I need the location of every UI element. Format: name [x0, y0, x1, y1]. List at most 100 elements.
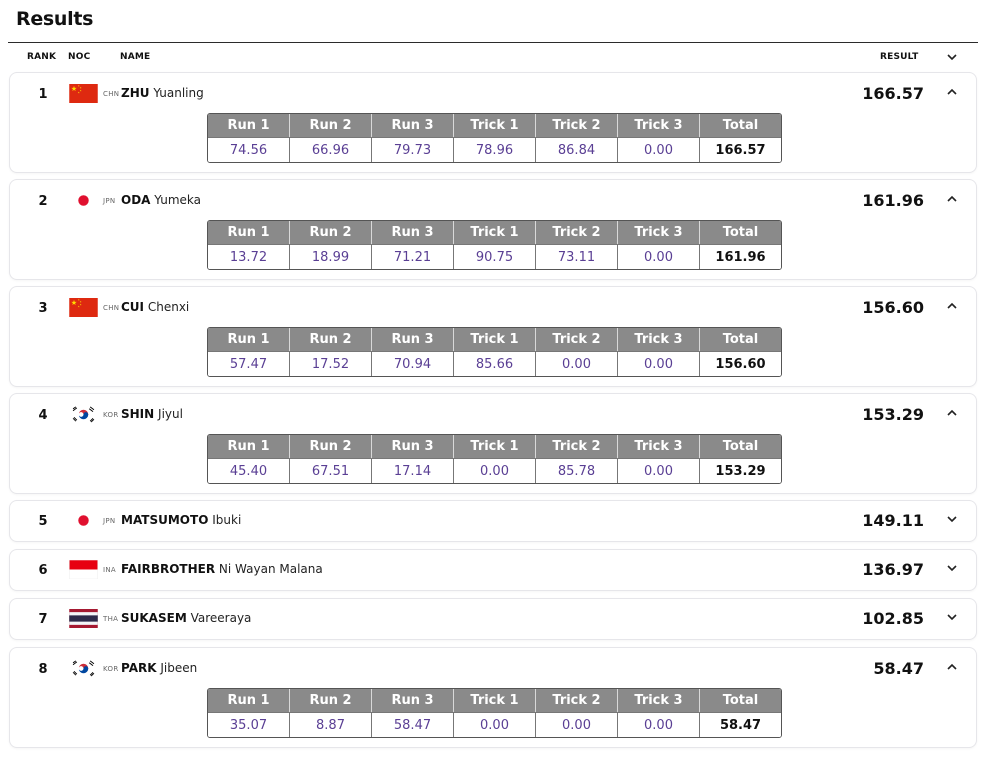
score-cell: 86.84: [536, 137, 618, 162]
total-score: 58.47: [700, 712, 781, 737]
result-row[interactable]: 3 CHN CUI Chenxi 156.60 Run 1 Run 2 Run 3 Trick…: [9, 286, 977, 387]
athlete-name[interactable]: SHIN Jiyul: [121, 407, 183, 421]
rank: 2: [38, 194, 48, 209]
title-divider: [8, 42, 978, 43]
result-value: 166.57: [862, 84, 924, 103]
athlete-last-name: SHIN: [121, 407, 155, 421]
result-value: 156.60: [862, 298, 924, 317]
result-row[interactable]: 2 JPN ODA Yumeka 161.96 Run 1 Run 2 Run 3 Trick…: [9, 179, 977, 280]
chevron-up-icon[interactable]: [944, 298, 960, 314]
result-value: 58.47: [873, 659, 924, 678]
athlete-first-name: Vareeraya: [190, 611, 252, 625]
athlete-first-name: Jiyul: [158, 407, 183, 421]
athlete-name[interactable]: ZHU Yuanling: [121, 86, 204, 100]
athlete-first-name: Ni Wayan Malana: [218, 562, 323, 576]
noc-code: JPN: [103, 197, 116, 205]
score-cell: 35.07: [208, 712, 290, 737]
rank: 8: [38, 662, 48, 677]
score-header: Run 2: [290, 328, 372, 351]
result-row[interactable]: 5 JPN MATSUMOTO Ibuki 149.11: [9, 500, 977, 542]
athlete-name[interactable]: ODA Yumeka: [121, 193, 201, 207]
score-cell: 74.56: [208, 137, 290, 162]
rank: 5: [38, 514, 48, 529]
column-header-name: NAME: [120, 52, 151, 62]
chevron-up-icon[interactable]: [944, 84, 960, 100]
chevron-down-icon[interactable]: [944, 49, 960, 65]
result-row[interactable]: 8 KOR PARK Jibeen 58.47 Run 1 Run 2 Run 3 Trick…: [9, 647, 977, 748]
noc-code: KOR: [103, 411, 119, 419]
result-row[interactable]: 1 CHN ZHU Yuanling 166.57 Run 1 Run 2 Run 3 Tri…: [9, 72, 977, 173]
flag-tha-icon: [69, 609, 98, 628]
score-breakdown-table: Run 1 Run 2 Run 3 Trick 1 Trick 2 Trick 3 Tota…: [207, 688, 782, 738]
score-header: Trick 2: [536, 689, 618, 712]
score-header: Trick 1: [454, 689, 536, 712]
score-cell: 57.47: [208, 351, 290, 376]
noc-code: KOR: [103, 665, 119, 673]
score-header: Run 1: [208, 114, 290, 137]
noc-code: JPN: [103, 517, 116, 525]
noc-code: INA: [103, 566, 116, 574]
score-cell: 0.00: [618, 458, 700, 483]
score-header: Total: [700, 689, 781, 712]
noc-code: CHN: [103, 304, 120, 312]
result-value: 161.96: [862, 191, 924, 210]
athlete-last-name: ZHU: [121, 86, 150, 100]
chevron-down-icon[interactable]: [944, 560, 960, 576]
athlete-first-name: Jibeen: [160, 661, 198, 675]
score-cell: 0.00: [454, 712, 536, 737]
rank: 4: [38, 408, 48, 423]
athlete-name[interactable]: PARK Jibeen: [121, 661, 197, 675]
column-header-noc: NOC: [68, 52, 91, 62]
chevron-up-icon[interactable]: [944, 191, 960, 207]
score-header: Trick 1: [454, 328, 536, 351]
score-header: Run 1: [208, 328, 290, 351]
score-header: Total: [700, 435, 781, 458]
athlete-last-name: ODA: [121, 193, 151, 207]
flag-ina-icon: [69, 560, 98, 579]
result-value: 136.97: [862, 560, 924, 579]
score-header: Run 2: [290, 114, 372, 137]
score-header: Trick 2: [536, 328, 618, 351]
result-value: 153.29: [862, 405, 924, 424]
flag-jpn-icon: [69, 511, 98, 530]
chevron-down-icon[interactable]: [944, 511, 960, 527]
score-cell: 0.00: [454, 458, 536, 483]
score-header: Run 3: [372, 328, 454, 351]
result-row[interactable]: 7 THA SUKASEM Vareeraya 102.85: [9, 598, 977, 640]
score-breakdown-table: Run 1 Run 2 Run 3 Trick 1 Trick 2 Trick 3 Tota…: [207, 327, 782, 377]
athlete-last-name: MATSUMOTO: [121, 513, 209, 527]
score-cell: 0.00: [618, 712, 700, 737]
result-row[interactable]: 6 INA FAIRBROTHER Ni Wayan Malana 136.97: [9, 549, 977, 591]
flag-chn-icon: [69, 84, 98, 103]
noc-code: CHN: [103, 90, 120, 98]
chevron-up-icon[interactable]: [944, 405, 960, 421]
score-cell: 17.52: [290, 351, 372, 376]
score-cell: 0.00: [536, 351, 618, 376]
score-cell: 0.00: [618, 137, 700, 162]
athlete-name[interactable]: CUI Chenxi: [121, 300, 189, 314]
rank: 7: [38, 612, 48, 627]
score-cell: 0.00: [618, 351, 700, 376]
chevron-up-icon[interactable]: [944, 659, 960, 675]
athlete-name[interactable]: FAIRBROTHER Ni Wayan Malana: [121, 562, 323, 576]
score-cell: 0.00: [536, 712, 618, 737]
score-cell: 78.96: [454, 137, 536, 162]
result-row[interactable]: 4 KOR SHIN Jiyul 153.29 Run 1 Run 2 Run 3 Trick…: [9, 393, 977, 494]
score-header: Run 1: [208, 221, 290, 244]
score-header: Trick 1: [454, 435, 536, 458]
athlete-name[interactable]: SUKASEM Vareeraya: [121, 611, 251, 625]
flag-kor-icon: [69, 405, 98, 424]
total-score: 161.96: [700, 244, 781, 269]
score-cell: 18.99: [290, 244, 372, 269]
athlete-name[interactable]: MATSUMOTO Ibuki: [121, 513, 241, 527]
noc-code: THA: [103, 615, 119, 623]
score-header: Trick 1: [454, 114, 536, 137]
flag-jpn-icon: [69, 191, 98, 210]
score-cell: 79.73: [372, 137, 454, 162]
score-cell: 17.14: [372, 458, 454, 483]
score-breakdown-table: Run 1 Run 2 Run 3 Trick 1 Trick 2 Trick 3 Tota…: [207, 434, 782, 484]
score-cell: 85.66: [454, 351, 536, 376]
chevron-down-icon[interactable]: [944, 609, 960, 625]
score-cell: 67.51: [290, 458, 372, 483]
score-header: Trick 3: [618, 435, 700, 458]
